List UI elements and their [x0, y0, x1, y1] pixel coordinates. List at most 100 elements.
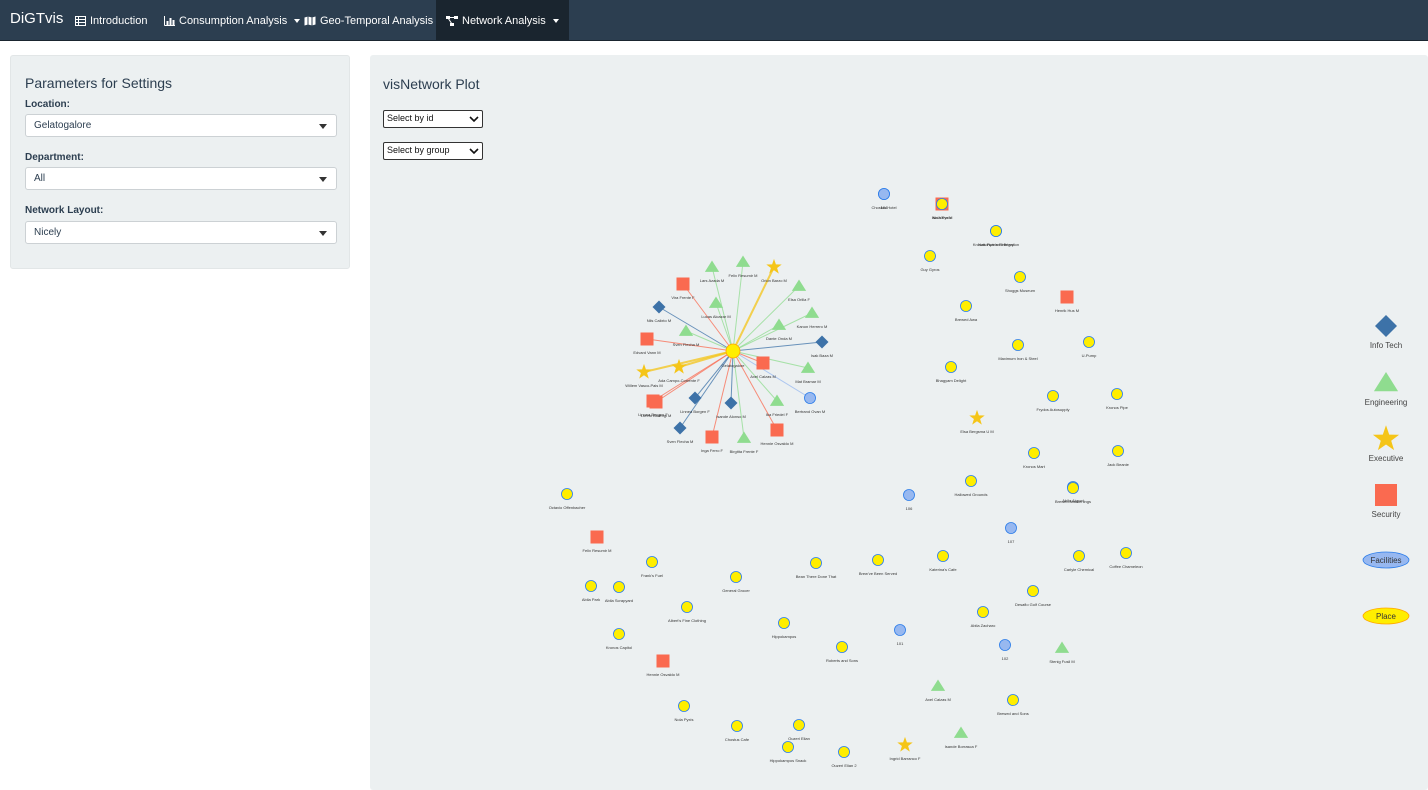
node-stenig-fusil-m-68[interactable]: Stenig Fusil M [1049, 641, 1075, 665]
node-loreto-bodrogi-m-17[interactable]: Loreto Bodrogi M [641, 395, 672, 419]
node-ouzeri-elian-46[interactable]: Ouzeri Elian [788, 719, 810, 741]
settings-panel: Parameters for Settings Location: Gelato… [10, 55, 350, 269]
node-mat-bramar-m-16[interactable]: Mat Bramar M [795, 361, 821, 385]
node-isande-borrasca-f-71[interactable]: Isande Borrasca F [945, 726, 978, 750]
node-102-75[interactable]: 102 [999, 639, 1011, 661]
node-general-grocer-51[interactable]: General Grocer [722, 571, 750, 593]
node-axel-calzas-m-69[interactable]: Axel Calzas M [925, 679, 951, 703]
node-107-73[interactable]: 107 [1005, 522, 1017, 544]
node-hennie-osvaldo-m-62[interactable]: Hennie Osvaldo M [647, 654, 680, 678]
network-canvas[interactable]: Lars Azada MFelix Resumir MOrion Barzo M… [370, 55, 1428, 790]
legend-item-security[interactable]: Security [1372, 484, 1401, 519]
node-kronos-capitol-61[interactable]: Kronos Capitol [606, 628, 632, 650]
node-brewed-and-sons-70[interactable]: Brewed and Sons [997, 694, 1029, 716]
nav-network-analysis[interactable]: Network Analysis [436, 0, 569, 41]
legend-item-place[interactable]: Place [1362, 607, 1410, 625]
node-bean-there-done-that-53[interactable]: Bean There Done That [796, 557, 837, 579]
node-edvard-vann-m-12[interactable]: Edvard Vann M [633, 332, 661, 356]
node-guy-gyros-29[interactable]: Guy Gyros [920, 250, 940, 272]
node-linnea-borgen-f-18[interactable]: Linnea Borgen F [680, 391, 710, 415]
node-lucas-alcazar-m-6[interactable]: Lucas Alcazar M [701, 296, 731, 320]
node-executive-marker [766, 258, 782, 274]
nav-introduction[interactable]: Introduction [65, 0, 157, 41]
node-label: Abila Zacharo [971, 623, 996, 628]
node-ouzeri-elian-2-66[interactable]: Ouzeri Elian 2 [831, 746, 857, 768]
node-kronos-pipe-and-irrigation-78[interactable]: Kronos Pipe and Irrigation [973, 225, 1019, 247]
node-vira-frente-f-3[interactable]: Vira Frente F [671, 277, 695, 301]
node-albert-s-fine-clothing-52[interactable]: Albert's Fine Clothing [668, 601, 706, 623]
node-hippokampos-50[interactable]: Hippokampos [772, 617, 796, 639]
legend-label: Place [1376, 612, 1397, 621]
node-ingrid-barranco-f-67[interactable]: Ingrid Barranco F [890, 736, 921, 761]
node-bertrand-ovan-m-21[interactable]: Bertrand Ovan M [795, 392, 825, 414]
node-nola-pyxis-77[interactable]: Nola Pyxis [933, 198, 952, 220]
node-label: Brew've Been Served [859, 571, 897, 576]
node-place-marker [838, 746, 850, 758]
legend-item-facilities[interactable]: Facilities [1362, 551, 1410, 569]
node-coffee-chameleon-44[interactable]: Coffee Chameleon [1109, 547, 1143, 569]
chevron-down-icon [319, 124, 327, 129]
node-ika-friedel-f-20[interactable]: Ika Friedel F [766, 394, 789, 418]
node-frydos-autosupply-36[interactable]: Frydos Autosupply [1037, 390, 1070, 412]
node-octavio-offenbacher-58[interactable]: Octavio Offenbacher [549, 488, 586, 510]
node-jack-beanie-40[interactable]: Jack Beanie [1107, 445, 1130, 467]
nav-geo-temporal-analysis[interactable]: Geo-Temporal Analysis [294, 0, 456, 41]
node-birgitta-frente-f-24[interactable]: Birgitta Frente F [730, 431, 759, 455]
node-label: Abila Park [582, 597, 600, 602]
node-kronos-pipe-37[interactable]: Kronos Pipe [1106, 388, 1129, 410]
legend-item-engineering[interactable]: Engineering [1365, 372, 1408, 407]
node-abila-scrapyard-57[interactable]: Abila Scrapyard [605, 581, 633, 603]
node-maximum-iron-steel-33[interactable]: Maximum Iron & Steel [998, 339, 1038, 361]
network-layout-select[interactable]: Nicely [25, 221, 337, 244]
location-select[interactable]: Gelatogalore [25, 114, 337, 137]
node-orion-barzo-m-2[interactable]: Orion Barzo M [761, 258, 787, 283]
node-label: Shoggs Museum [1005, 288, 1036, 293]
node-brewed-awakenings-43[interactable]: Brewed Awakenings [1055, 482, 1091, 504]
node-101-74[interactable]: 101 [894, 624, 906, 646]
node-label: Hennie Osvaldo M [647, 672, 680, 677]
node-frank-s-fuel-56[interactable]: Frank's Fuel [641, 556, 663, 578]
node-lars-azada-m-0[interactable]: Lars Azada M [700, 260, 724, 284]
node-inga-ferro-f-23[interactable]: Inga Ferro F [701, 430, 724, 454]
node-place-marker [1067, 482, 1079, 494]
node-106-72[interactable]: 106 [903, 489, 915, 511]
node-hennie-osvaldo-m-25[interactable]: Hennie Osvaldo M [761, 423, 794, 447]
node-label: Chostus Cafe [725, 737, 750, 742]
node-shoggs-museum-30[interactable]: Shoggs Museum [1005, 271, 1036, 293]
nav-consumption-analysis[interactable]: Consumption Analysis [154, 0, 310, 41]
node-hallowed-grounds-41[interactable]: Hallowed Grounds [955, 475, 988, 497]
node-willem-vasco-pais-m-13[interactable]: Willem Vasco-Pais M [625, 363, 663, 388]
app-brand[interactable]: DiGTvis [10, 10, 63, 27]
node-engineering-marker [953, 726, 969, 738]
node-label: Orion Barzo M [761, 278, 787, 283]
node-brew-ve-been-served-54[interactable]: Brew've Been Served [859, 554, 897, 576]
node-henrik-hus-m-31[interactable]: Henrik Hus M [1055, 290, 1079, 314]
node-u-pump-34[interactable]: U-Pump [1082, 336, 1097, 358]
legend-item-info-tech[interactable]: Info Tech [1370, 315, 1402, 350]
node-isak-baza-m-11[interactable]: Isak Baza M [811, 335, 833, 359]
legend-label: Executive [1369, 454, 1404, 463]
node-abila-park-60[interactable]: Abila Park [582, 580, 600, 602]
department-select[interactable]: All [25, 167, 337, 190]
node-place-marker [613, 628, 625, 640]
node-felix-resumir-m-1[interactable]: Felix Resumir M [729, 255, 758, 279]
node-desafio-golf-course-47[interactable]: Desafio Golf Course [1015, 585, 1052, 607]
node-sven-flecha-m-22[interactable]: Sven Flecha M [667, 421, 694, 445]
node-hippokampos-snack-65[interactable]: Hippokampos Snack [770, 741, 807, 763]
node-kronos-mart-39[interactable]: Kronos Mart [1023, 447, 1046, 469]
node-roberts-and-sons-49[interactable]: Roberts and Sons [826, 641, 858, 663]
legend-item-executive[interactable]: Executive [1369, 425, 1404, 463]
node-sven-flecha-m-10[interactable]: Sven Flecha M [673, 324, 700, 348]
node-nola-pyxis-63[interactable]: Nola Pyxis [675, 700, 694, 722]
node-bhagyam-delight-35[interactable]: Bhagyam Delight [936, 361, 967, 383]
node-brewed-awa-32[interactable]: Brewed Awa [955, 300, 978, 322]
node-chostus-cafe-64[interactable]: Chostus Cafe [725, 720, 750, 742]
node-label: Katerina's Cafe [929, 567, 957, 572]
node-carlyle-chemical-45[interactable]: Carlyle Chemical [1064, 550, 1094, 572]
node-elsa-orilla-f-5[interactable]: Elsa Orilla F [788, 279, 810, 303]
node-place-marker [1120, 547, 1132, 559]
node-elsa-bergsma-u-m-38[interactable]: Elsa Bergsma U M [960, 409, 994, 434]
node-katerina-s-cafe-55[interactable]: Katerina's Cafe [929, 550, 957, 572]
node-felix-resumir-m-59[interactable]: Felix Resumir M [583, 530, 612, 554]
node-abila-zacharo-48[interactable]: Abila Zacharo [971, 606, 996, 628]
